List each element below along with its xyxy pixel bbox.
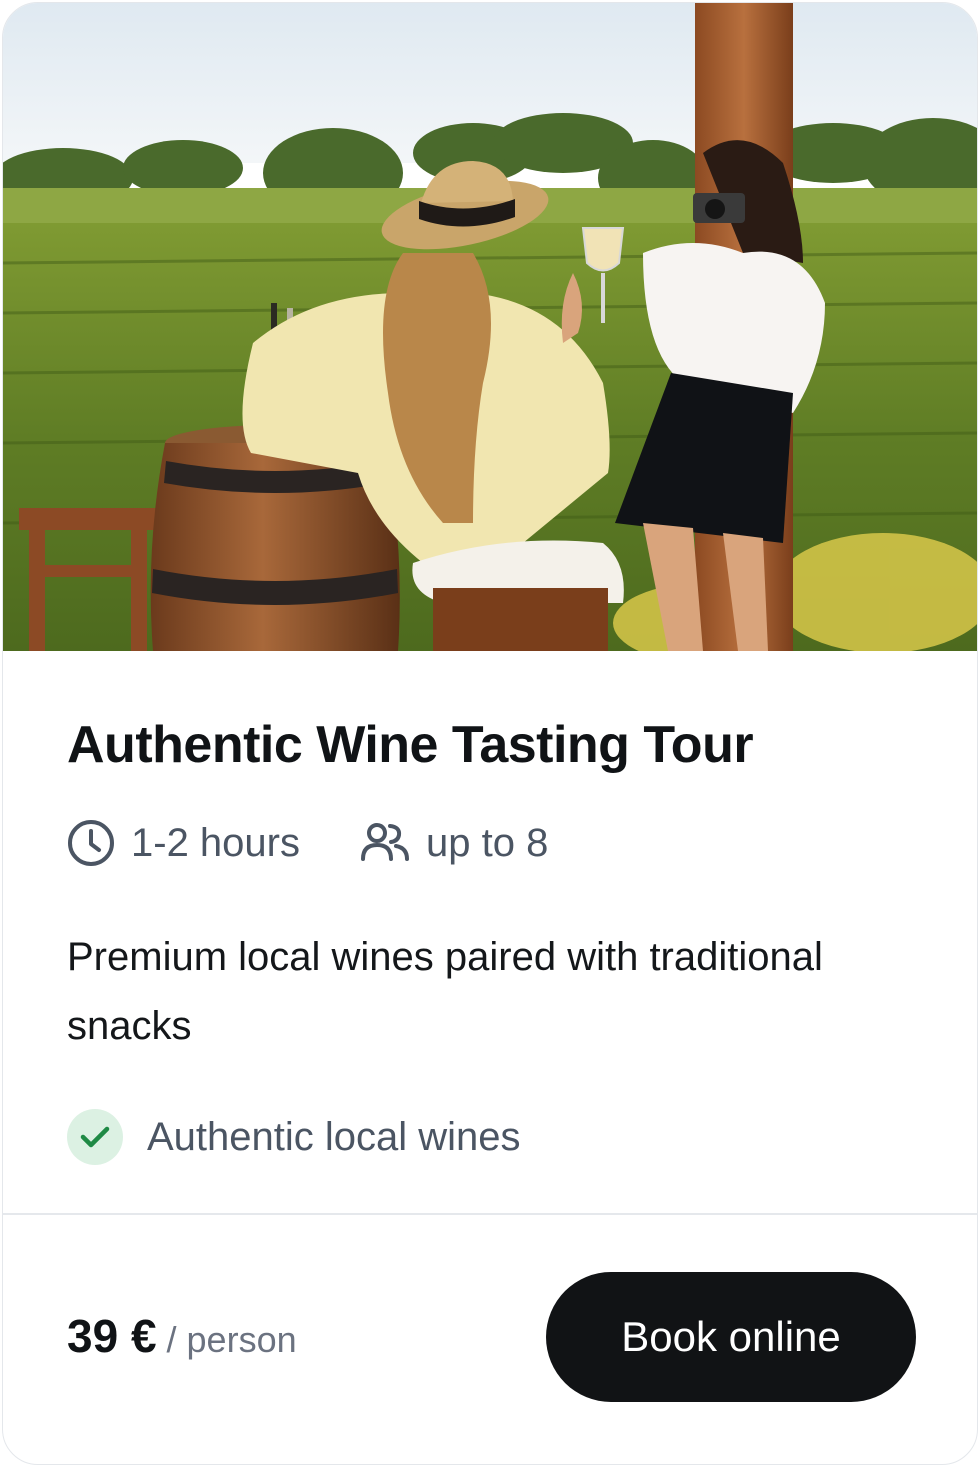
feature-label: Authentic local wines xyxy=(147,1114,521,1159)
duration-label: 1-2 hours xyxy=(131,820,300,865)
tour-description: Premium local wines paired with traditio… xyxy=(67,935,823,1048)
clock-icon xyxy=(68,820,114,866)
tour-title: Authentic Wine Tasting Tour xyxy=(67,716,754,774)
price-amount: 39 € xyxy=(67,1310,157,1362)
price-unit: / person xyxy=(166,1319,297,1360)
group-size: up to 8 xyxy=(360,821,548,866)
group-size-label: up to 8 xyxy=(425,820,549,865)
tour-card: Authentic Wine Tasting Tour 1-2 hours up… xyxy=(2,2,978,1465)
tour-photo xyxy=(3,3,977,651)
users-icon xyxy=(360,823,409,861)
tour-meta: 1-2 hours up to 8 xyxy=(67,819,548,867)
duration: 1-2 hours xyxy=(67,819,300,867)
book-online-button[interactable]: Book online xyxy=(546,1272,916,1402)
divider xyxy=(3,1213,977,1215)
price: 39 € / person xyxy=(67,1309,297,1363)
check-icon xyxy=(67,1109,123,1165)
feature-item: Authentic local wines xyxy=(67,1109,521,1165)
